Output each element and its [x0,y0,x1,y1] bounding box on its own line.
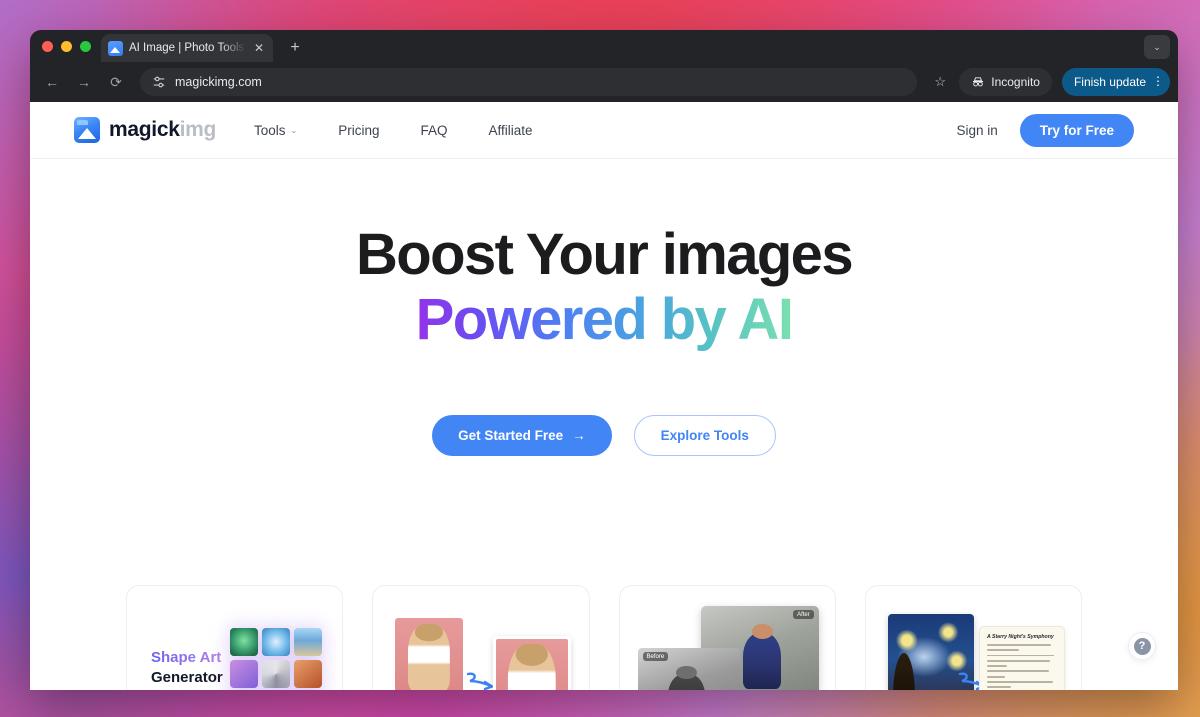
tab-favicon-icon [108,41,123,56]
brand-name-dark: magick [109,118,180,141]
window-traffic-lights [42,30,101,62]
explore-tools-button[interactable]: Explore Tools [634,415,776,456]
address-bar[interactable]: magickimg.com [140,68,917,96]
incognito-label: Incognito [991,75,1040,89]
hero-cta-row: Get Started Free → Explore Tools [30,415,1178,456]
brand-name-gray: img [180,118,216,141]
story-line [987,676,1005,678]
shape-art-preview: Shape Art Generator [141,600,328,690]
get-started-free-label: Get Started Free [458,428,563,443]
close-window-button[interactable] [42,41,53,52]
before-label: Before [643,652,669,661]
art-tile [230,628,258,656]
art-tile [262,628,290,656]
art-tile [262,660,290,688]
tab-search-chevron-down-icon[interactable]: ⌄ [1144,35,1170,59]
story-line [987,670,1049,672]
url-text: magickimg.com [175,75,262,89]
sign-in-link[interactable]: Sign in [956,123,997,138]
tool-card-image-caption-generator[interactable]: Feeling strong and confident in my sport… [372,585,589,690]
finish-update-label: Finish update [1074,75,1146,89]
browser-window: AI Image | Photo Tools - Gene ✕ + ⌄ ← → … [30,30,1178,690]
page-title: Boost Your images Powered by AI [30,223,1178,353]
minimize-window-button[interactable] [61,41,72,52]
forward-arrow-icon[interactable]: → [70,68,98,96]
photo-subject [668,674,705,690]
back-arrow-icon[interactable]: ← [38,68,66,96]
nav-item-pricing[interactable]: Pricing [338,123,379,138]
story-line [987,660,1050,662]
get-started-free-button[interactable]: Get Started Free → [432,415,612,456]
brand-logo[interactable]: magickimg [74,117,216,143]
generated-story-panel: A Starry Night's Symphony [979,626,1065,690]
site-settings-tune-icon[interactable] [152,75,166,89]
caption-source-photo [395,618,463,690]
art-tile [294,628,322,656]
brand-wordmark: magickimg [109,118,216,142]
story-line [987,644,1051,646]
nav-item-faq[interactable]: FAQ [421,123,448,138]
tool-card-image-story-generator[interactable]: A Starry Night's Symphony [865,585,1082,690]
caption-result-photo [496,639,568,690]
art-tile [230,660,258,688]
tab-strip: AI Image | Photo Tools - Gene ✕ + ⌄ [30,30,1178,62]
story-title: A Starry Night's Symphony [987,634,1057,640]
shape-art-tile-grid [230,628,322,690]
site-header: magickimg Tools ⌄ Pricing FAQ Affiliate … [30,102,1178,159]
web-page: magickimg Tools ⌄ Pricing FAQ Affiliate … [30,102,1178,690]
shape-art-badge-dark: Generator [151,669,223,686]
tool-card-grid: Shape Art Generator S [126,585,1082,690]
story-line [987,649,1019,651]
incognito-spy-icon [971,75,985,89]
colorize-before-photo: Before [638,648,740,690]
magickimg-logo-icon [74,117,100,143]
story-line [987,655,1054,657]
image-story-preview: A Starry Night's Symphony [880,600,1067,690]
maximize-window-button[interactable] [80,41,91,52]
browser-toolbar: ← → ⟳ magickimg.com ☆ Incognito [30,62,1178,102]
hero-section: Boost Your images Powered by AI Get Star… [30,159,1178,456]
question-mark-icon: ? [1134,638,1151,655]
after-label: After [793,610,814,619]
nav-item-tools-label: Tools [254,123,286,138]
tool-card-colorize-image[interactable]: After Before Colorize Image [619,585,836,690]
colorize-preview: After Before [634,600,821,690]
shape-art-badge: Shape Art Generator [151,648,223,689]
close-tab-icon[interactable]: ✕ [252,41,266,55]
bookmark-star-icon[interactable]: ☆ [927,69,953,95]
hero-headline-line2: Powered by AI [416,287,793,352]
help-button[interactable]: ? [1128,632,1156,660]
story-line [987,681,1053,683]
photo-subject [408,624,450,690]
try-for-free-button[interactable]: Try for Free [1020,114,1134,147]
main-navigation: Tools ⌄ Pricing FAQ Affiliate [254,123,533,138]
browser-tab[interactable]: AI Image | Photo Tools - Gene ✕ [101,34,273,62]
art-tile [294,660,322,688]
photo-subject [743,633,781,689]
photo-subject [507,644,555,691]
image-caption-preview: Feeling strong and confident in my sport… [387,600,574,690]
incognito-indicator[interactable]: Incognito [959,68,1052,96]
story-line [987,686,1011,688]
nav-item-tools[interactable]: Tools ⌄ [254,123,297,138]
tool-card-shape-art-generator[interactable]: Shape Art Generator S [126,585,343,690]
new-tab-button[interactable]: + [285,39,305,57]
finish-update-button[interactable]: Finish update ⋮ [1062,68,1170,96]
nav-item-affiliate[interactable]: Affiliate [489,123,533,138]
browser-menu-kebab-icon[interactable]: ⋮ [1152,77,1162,87]
hero-headline-line1: Boost Your images [356,222,852,287]
arrow-right-icon: → [572,428,586,443]
caption-result-card: Feeling strong and confident in my sport… [493,636,571,690]
chevron-down-icon: ⌄ [291,126,298,135]
story-line [987,665,1007,667]
reload-icon[interactable]: ⟳ [102,68,130,96]
tab-title: AI Image | Photo Tools - Gene [129,42,246,54]
shape-art-badge-gradient: Shape Art [151,649,221,666]
header-actions: Sign in Try for Free [956,114,1134,147]
